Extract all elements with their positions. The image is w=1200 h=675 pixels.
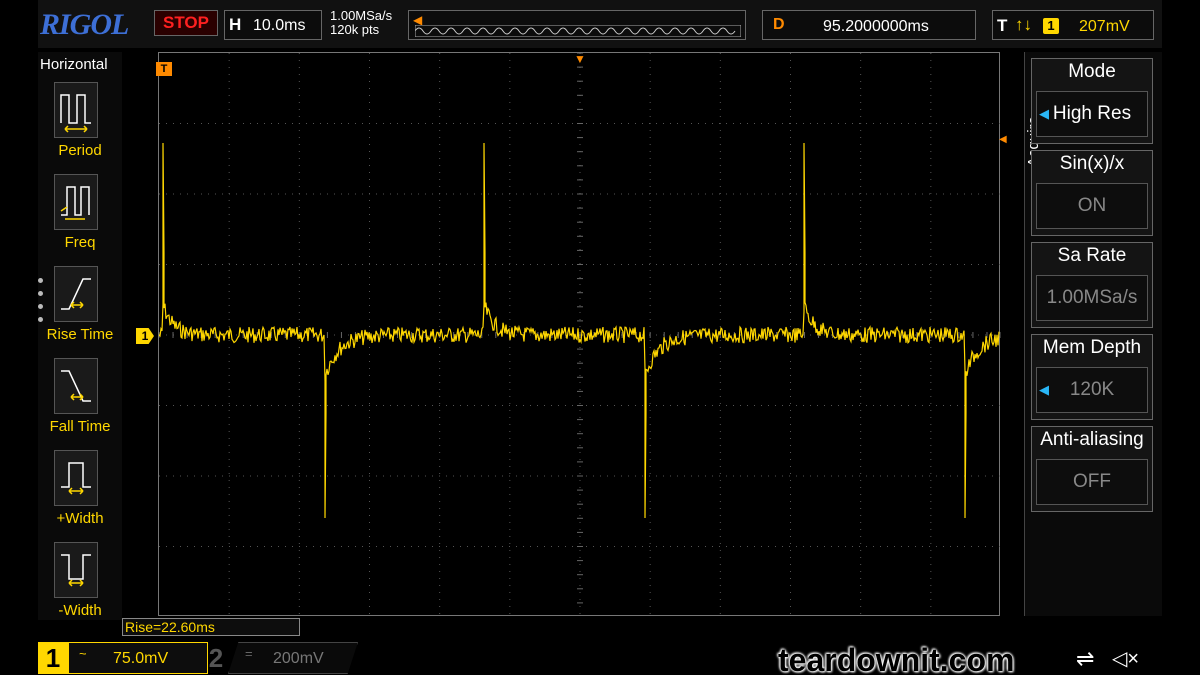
memory-points: 120k pts — [330, 22, 380, 37]
channel-status-bar: 1 ~ 75.0mV 2 = 200mV teardownit.com ⇌ ◁× — [38, 640, 1162, 675]
anti-aliasing-label: Anti-aliasing — [1040, 429, 1144, 450]
acquire-mode-label: Mode — [1068, 61, 1116, 82]
graticule-svg — [159, 53, 1001, 617]
sample-rate-value: 1.00MSa/s — [1036, 275, 1148, 321]
delay-box[interactable]: D 95.2000000ms — [762, 10, 976, 40]
sample-rate: 1.00MSa/s — [330, 8, 393, 23]
sinx-button[interactable]: Sin(x)/x ON — [1031, 150, 1153, 236]
ch1-scale: 75.0mV — [113, 650, 169, 667]
mem-depth-label: Mem Depth — [1042, 337, 1142, 358]
sinx-value: ON — [1036, 183, 1148, 229]
trigger-time-marker-icon: T — [156, 62, 172, 76]
timebase-label: H — [229, 15, 242, 34]
acquire-menu: Acquire Mode ◀High Res Sin(x)/x ON Sa Ra… — [1024, 52, 1162, 616]
measure-rise-time-label: Rise Time — [46, 326, 114, 343]
brand-logo: RIGOL — [40, 8, 129, 41]
anti-aliasing-button[interactable]: Anti-aliasing OFF — [1031, 426, 1153, 512]
measure-freq-label: Freq — [64, 234, 96, 251]
mem-depth-button[interactable]: Mem Depth ◀ 120K — [1031, 334, 1153, 420]
ch2-scale: 200mV — [273, 650, 324, 667]
measure-fall-time-button[interactable]: Fall Time — [38, 358, 122, 444]
positive-width-icon — [54, 450, 98, 506]
top-status-bar: RIGOL STOP H 10.0ms 1.00MSa/s 120k pts ◀… — [38, 0, 1162, 48]
sample-rate-button[interactable]: Sa Rate 1.00MSa/s — [1031, 242, 1153, 328]
trigger-position-icon: ▼ — [574, 52, 586, 66]
speaker-muted-icon: ◁× — [1112, 648, 1140, 670]
mem-depth-value: 120K — [1069, 379, 1115, 400]
ch2-button[interactable]: 2 — [206, 642, 226, 674]
sample-rate-label: Sa Rate — [1057, 245, 1127, 266]
selector-arrow-icon: ◀ — [1039, 382, 1049, 397]
delay-value: 95.2000000ms — [823, 18, 929, 35]
trigger-level-marker-icon: ◀ — [999, 134, 1007, 145]
anti-aliasing-value: OFF — [1036, 459, 1148, 505]
measure-menu: Horizontal Period Freq Rise Time Fall Ti… — [38, 52, 122, 620]
run-stop-indicator[interactable]: STOP — [154, 10, 218, 36]
measure-rise-time-button[interactable]: Rise Time — [38, 266, 122, 352]
measure-positive-width-label: +Width — [56, 510, 104, 527]
waveform-graticule[interactable] — [158, 52, 1001, 617]
acquisition-summary: 1.00MSa/s 120k pts — [330, 9, 392, 37]
fall-time-icon — [54, 358, 98, 414]
selector-arrow-icon: ◀ — [1039, 106, 1049, 121]
measure-menu-title: Horizontal — [40, 56, 108, 73]
memory-overview: ◀ — [408, 10, 746, 40]
trigger-label: T — [997, 16, 1008, 35]
mem-depth-value-field: ◀ 120K — [1036, 367, 1148, 413]
usb-icon: ⇌ — [1076, 646, 1095, 671]
measure-freq-button[interactable]: Freq — [38, 174, 122, 260]
memory-waveform-preview — [415, 25, 741, 37]
acquire-mode-value-field: ◀ High Res — [1036, 91, 1148, 137]
measure-positive-width-button[interactable]: +Width — [38, 450, 122, 536]
delay-label: D — [773, 16, 785, 33]
measure-period-button[interactable]: Period — [38, 82, 122, 168]
timebase-value: 10.0ms — [253, 17, 306, 34]
measure-period-label: Period — [58, 142, 102, 159]
rise-time-icon — [54, 266, 98, 322]
trigger-channel: 1 — [1043, 18, 1059, 34]
ch2-info[interactable]: = 200mV — [228, 642, 358, 674]
measure-negative-width-button[interactable]: -Width — [38, 542, 122, 628]
period-icon — [54, 82, 98, 138]
measure-fall-time-label: Fall Time — [49, 418, 111, 435]
negative-width-icon — [54, 542, 98, 598]
trigger-box[interactable]: T ↑↓ 1 207mV — [992, 10, 1154, 40]
trigger-edge-icon: ↑↓ — [1015, 15, 1032, 34]
rise-measurement-readout: Rise=22.60ms — [122, 618, 300, 636]
measure-negative-width-label: -Width — [58, 602, 102, 619]
watermark: teardownit.com — [778, 642, 1015, 675]
scope-screen: RIGOL STOP H 10.0ms 1.00MSa/s 120k pts ◀… — [38, 0, 1162, 675]
acquire-mode-value: High Res — [1052, 103, 1132, 124]
sinx-label: Sin(x)/x — [1059, 153, 1125, 174]
ch2-coupling: = — [245, 646, 253, 661]
acquire-mode-button[interactable]: Mode ◀ High Res — [1031, 58, 1153, 144]
ch1-coupling: ~ — [79, 646, 87, 661]
frequency-icon — [54, 174, 98, 230]
timebase-box[interactable]: H 10.0ms — [224, 10, 322, 40]
trigger-level: 207mV — [1079, 18, 1130, 35]
ch1-offset-marker[interactable]: 1 — [136, 328, 154, 344]
ch1-info[interactable]: ~ 75.0mV — [68, 642, 208, 674]
ch1-button[interactable]: 1 — [38, 642, 68, 674]
